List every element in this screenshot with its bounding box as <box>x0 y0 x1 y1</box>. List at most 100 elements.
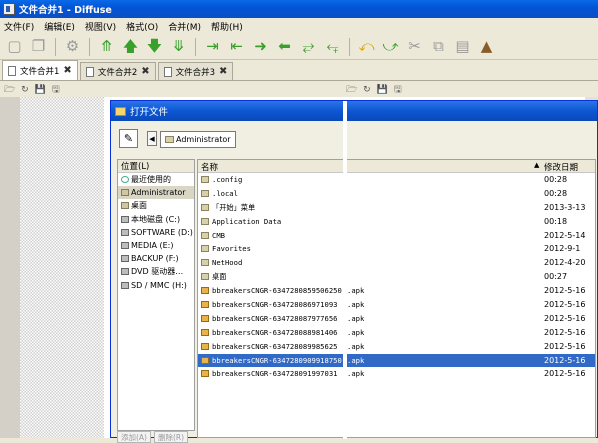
save-icon[interactable]: 💾 <box>35 85 46 95</box>
copy-right-icon[interactable]: ⇥ <box>202 36 223 57</box>
file-row[interactable]: bbreakersCNGR-634728088981406 .apk 2012-5-… <box>198 326 595 340</box>
save-as-icon[interactable]: 🖫 <box>394 82 402 98</box>
cut-icon[interactable]: ✂ <box>404 36 425 57</box>
redo-icon[interactable]: ⤻ <box>380 36 401 57</box>
sd-card-icon <box>121 281 129 289</box>
file-date: 00:27 <box>544 272 568 282</box>
copy-file-icon[interactable]: ❐ <box>28 36 49 57</box>
merge-left-icon[interactable]: ⬅ <box>274 36 295 57</box>
merge-both-icon[interactable]: ⥂ <box>298 36 319 57</box>
file-extension: .apk <box>347 369 365 379</box>
file-row[interactable]: bbreakersCNGR-634728087977656 .apk 2012-5-… <box>198 312 595 326</box>
folder-row[interactable]: CMB 2012-5-14 <box>198 229 595 243</box>
close-tab-icon[interactable]: ✖ <box>219 66 227 77</box>
folder-icon <box>201 217 209 225</box>
close-tab-icon[interactable]: ✖ <box>63 65 71 76</box>
folder-row[interactable]: .config 00:28 <box>198 173 595 187</box>
desktop-folder-icon <box>121 202 129 210</box>
menu-merge[interactable]: 合并(M) <box>168 20 201 33</box>
path-breadcrumb-button[interactable]: Administrator <box>160 131 236 148</box>
save-as-icon[interactable]: 🖫 <box>52 82 60 98</box>
copy-left-right-icon[interactable]: ⇤ <box>226 36 247 57</box>
place-label: DVD 驱动器… <box>131 267 184 277</box>
menu-file[interactable]: 文件(F) <box>4 20 34 33</box>
save-icon[interactable]: 💾 <box>377 85 388 95</box>
file-date: 00:18 <box>544 216 568 226</box>
toolbar-separator <box>349 37 350 56</box>
reload-icon[interactable]: ↻ <box>363 85 371 95</box>
open-file-icon[interactable]: 🗁 <box>346 82 357 98</box>
place-drive-c[interactable]: 本地磁盘 (C:) <box>118 213 194 226</box>
apk-file-icon <box>201 342 209 350</box>
copy-icon[interactable]: ⧉ <box>428 36 449 57</box>
file-extension: .apk <box>347 300 365 310</box>
path-back-button[interactable]: ◀ <box>147 131 157 146</box>
menu-edit[interactable]: 编辑(E) <box>44 20 75 33</box>
tab-label: 文件合并3 <box>175 67 216 78</box>
file-row[interactable]: bbreakersCNGR-6347280859506250 .apk 2012-5… <box>198 284 595 298</box>
file-row[interactable]: bbreakersCNGR-634728089985625 .apk 2012-5-… <box>198 340 595 354</box>
new-file-icon[interactable]: ▢ <box>4 36 25 57</box>
menu-format[interactable]: 格式(O) <box>126 20 158 33</box>
file-row[interactable]: bbreakersCNGR-634728091997031 .apk 2012-5-… <box>198 367 595 381</box>
settings-gear-icon[interactable]: ⚙ <box>62 36 83 57</box>
undo-icon[interactable]: ⤺ <box>356 36 377 57</box>
previous-difference-icon[interactable]: 🡅 <box>120 36 141 57</box>
tab-label: 文件合并2 <box>97 67 138 78</box>
menu-view[interactable]: 视图(V) <box>85 20 116 33</box>
folder-row[interactable]: NetHood 2012-4-20 <box>198 256 595 270</box>
open-file-dialog: 打开文件 ✎ ◀ Administrator 位置(L) 最近使用的 Admin… <box>110 100 598 443</box>
folder-icon <box>201 203 209 211</box>
place-desktop[interactable]: 桌面 <box>118 199 194 212</box>
file-row[interactable]: bbreakersCNGR-6347280909918750 .apk 2012-5… <box>198 353 595 368</box>
place-drive-f[interactable]: BACKUP (F:) <box>118 252 194 265</box>
last-difference-icon[interactable]: ⤋ <box>168 36 189 57</box>
window-titlebar[interactable]: 文件合并1 - Diffuse <box>0 0 598 18</box>
remove-place-button[interactable]: 删除(R) <box>153 431 189 443</box>
reload-icon[interactable]: ↻ <box>21 85 29 95</box>
tab-file-merge-2[interactable]: 文件合并2 ✖ <box>79 62 156 80</box>
folder-row[interactable]: .local 00:28 <box>198 187 595 201</box>
diffuse-app-icon <box>3 3 15 15</box>
place-sd-card[interactable]: SD / MMC (H:) <box>118 279 194 292</box>
paste-icon[interactable]: ▤ <box>452 36 473 57</box>
type-location-button[interactable]: ✎ <box>119 129 138 148</box>
file-date: 2012-5-16 <box>544 369 586 379</box>
menu-help[interactable]: 帮助(H) <box>211 20 243 33</box>
place-drive-d[interactable]: SOFTWARE (D:) <box>118 226 194 239</box>
folder-row[interactable]: Application Data 00:18 <box>198 215 595 229</box>
places-header[interactable]: 位置(L) <box>118 160 194 173</box>
column-date-header[interactable]: 修改日期 <box>544 161 578 173</box>
pencil-icon: ✎ <box>123 132 134 145</box>
file-name: bbreakersCNGR-6347280859506250 <box>212 286 342 296</box>
file-extension: .apk <box>347 286 365 296</box>
file-extension: .apk <box>347 313 365 323</box>
folder-row[interactable]: Favorites 2012-9-1 <box>198 242 595 256</box>
tab-label: 文件合并1 <box>20 66 60 77</box>
clear-edits-icon[interactable]: ▲ <box>476 36 497 57</box>
place-administrator[interactable]: Administrator <box>118 186 194 200</box>
folder-icon <box>201 231 209 239</box>
window-title: 文件合并1 - Diffuse <box>19 5 112 16</box>
add-place-button[interactable]: 添加(A) <box>117 431 151 443</box>
place-dvd-drive[interactable]: DVD 驱动器… <box>118 265 194 278</box>
place-drive-e[interactable]: MEDIA (E:) <box>118 239 194 252</box>
column-name-header[interactable]: 名称 <box>201 161 218 173</box>
folder-row[interactable]: 「开始」菜单 2013-3-13 <box>198 201 595 215</box>
file-list: 名称 ▲ 修改日期 .config 00:28 .local 00:28 「开始」菜单 2… <box>197 159 596 438</box>
place-recent[interactable]: 最近使用的 <box>118 173 194 186</box>
dialog-titlebar[interactable]: 打开文件 <box>111 101 597 121</box>
first-difference-icon[interactable]: ⤊ <box>96 36 117 57</box>
merge-right-icon[interactable]: ➜ <box>250 36 271 57</box>
render-gap <box>343 101 347 439</box>
menu-bar: 文件(F) 编辑(E) 视图(V) 格式(O) 合并(M) 帮助(H) <box>0 18 598 34</box>
tab-file-merge-1[interactable]: 文件合并1 ✖ <box>2 60 78 80</box>
swap-icon[interactable]: ⥆ <box>322 36 343 57</box>
next-difference-icon[interactable]: 🡇 <box>144 36 165 57</box>
open-file-icon[interactable]: 🗁 <box>4 82 15 98</box>
close-tab-icon[interactable]: ✖ <box>141 66 149 77</box>
file-row[interactable]: bbreakersCNGR-634728086971093 .apk 2012-5-… <box>198 298 595 312</box>
tab-file-merge-3[interactable]: 文件合并3 ✖ <box>157 62 234 80</box>
file-date: 00:28 <box>544 175 568 184</box>
folder-row[interactable]: 桌面 00:27 <box>198 270 595 284</box>
